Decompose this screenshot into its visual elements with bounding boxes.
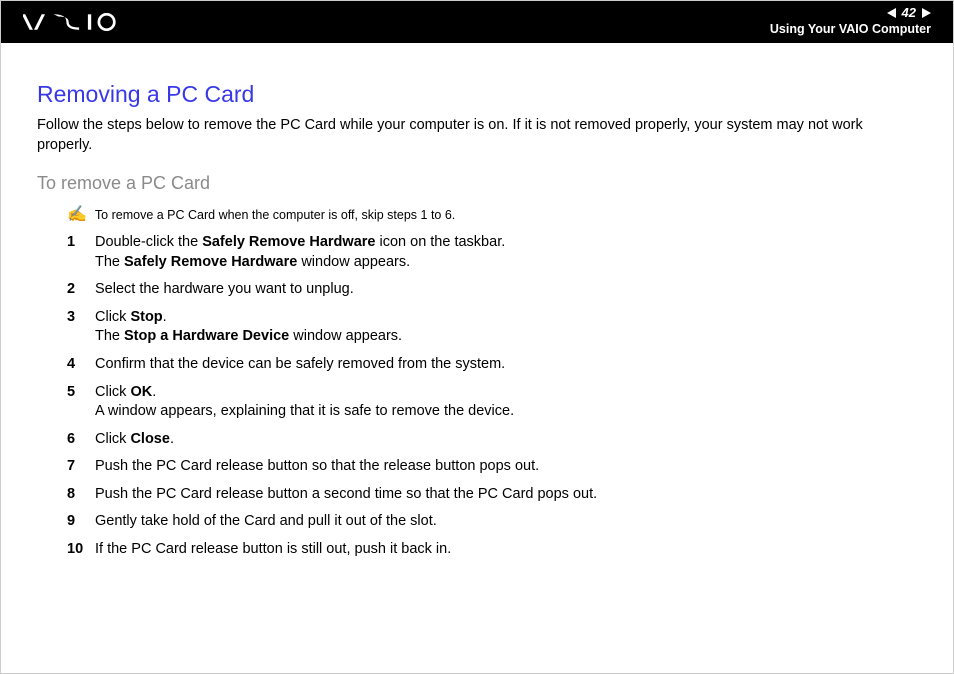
- step-2: 2 Select the hardware you want to unplug…: [67, 280, 917, 300]
- step-9: 9 Gently take hold of the Card and pull …: [67, 512, 917, 532]
- step-1: 1 Double-click the Safely Remove Hardwar…: [67, 233, 917, 272]
- step-body: Click Close.: [95, 430, 917, 450]
- step-number: 7: [67, 457, 95, 477]
- note-icon: ✍: [67, 207, 87, 223]
- step-number: 6: [67, 430, 95, 450]
- step-number: 1: [67, 233, 95, 272]
- step-body: Click Stop. The Stop a Hardware Device w…: [95, 308, 917, 347]
- step-body: If the PC Card release button is still o…: [95, 540, 917, 560]
- step-number: 4: [67, 355, 95, 375]
- step-body: Click OK. A window appears, explaining t…: [95, 383, 917, 422]
- header-nav: 42 Using Your VAIO Computer: [770, 5, 931, 36]
- step-7: 7 Push the PC Card release button so tha…: [67, 457, 917, 477]
- vaio-logo: [23, 13, 133, 31]
- step-10: 10 If the PC Card release button is stil…: [67, 540, 917, 560]
- step-8: 8 Push the PC Card release button a seco…: [67, 485, 917, 505]
- step-5: 5 Click OK. A window appears, explaining…: [67, 383, 917, 422]
- page-content: Removing a PC Card Follow the steps belo…: [1, 43, 953, 559]
- next-page-arrow-icon[interactable]: [922, 8, 931, 18]
- step-6: 6 Click Close.: [67, 430, 917, 450]
- step-body: Select the hardware you want to unplug.: [95, 280, 917, 300]
- step-body: Confirm that the device can be safely re…: [95, 355, 917, 375]
- step-body: Double-click the Safely Remove Hardware …: [95, 233, 917, 272]
- step-number: 5: [67, 383, 95, 422]
- intro-text: Follow the steps below to remove the PC …: [37, 116, 917, 155]
- page-title: Removing a PC Card: [37, 81, 917, 108]
- prev-page-arrow-icon[interactable]: [887, 8, 896, 18]
- step-number: 10: [67, 540, 95, 560]
- step-number: 2: [67, 280, 95, 300]
- step-number: 3: [67, 308, 95, 347]
- page-header: 42 Using Your VAIO Computer: [1, 1, 953, 43]
- section-label: Using Your VAIO Computer: [770, 22, 931, 36]
- step-body: Push the PC Card release button so that …: [95, 457, 917, 477]
- step-4: 4 Confirm that the device can be safely …: [67, 355, 917, 375]
- note-text: To remove a PC Card when the computer is…: [95, 208, 455, 222]
- subtitle: To remove a PC Card: [37, 173, 917, 194]
- step-body: Gently take hold of the Card and pull it…: [95, 512, 917, 532]
- step-3: 3 Click Stop. The Stop a Hardware Device…: [67, 308, 917, 347]
- step-number: 8: [67, 485, 95, 505]
- note: ✍ To remove a PC Card when the computer …: [67, 208, 917, 223]
- step-body: Push the PC Card release button a second…: [95, 485, 917, 505]
- page-number: 42: [902, 5, 916, 20]
- step-number: 9: [67, 512, 95, 532]
